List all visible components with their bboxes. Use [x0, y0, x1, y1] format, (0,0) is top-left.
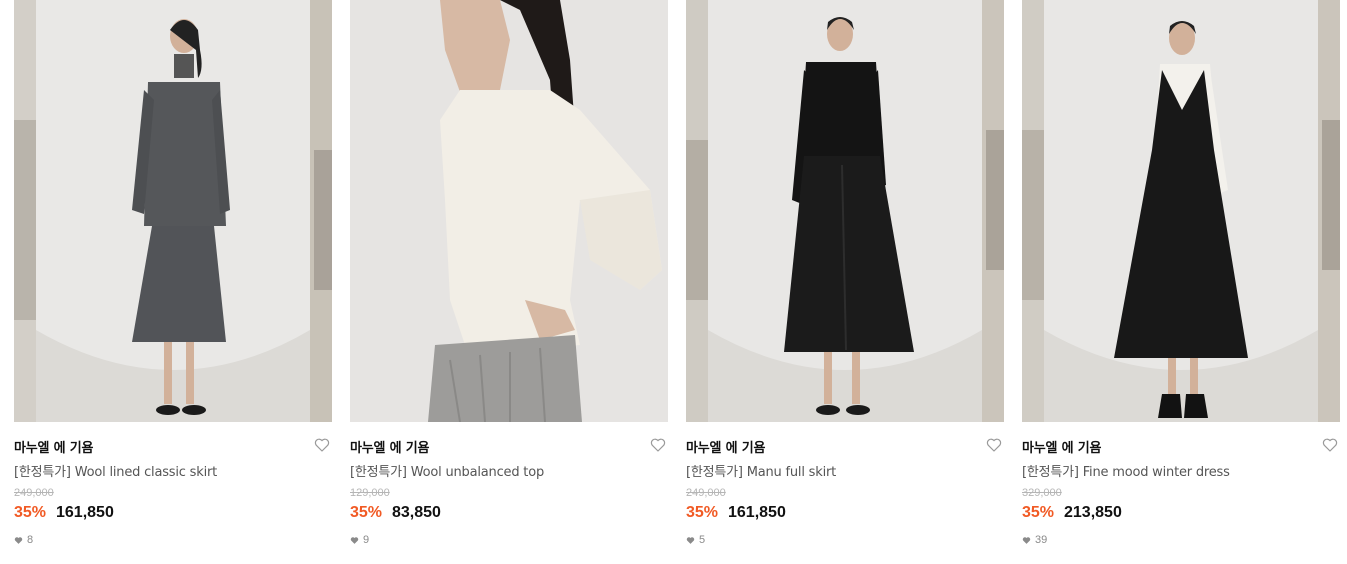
heart-filled-icon	[1022, 536, 1031, 544]
original-price: 249,000	[14, 487, 54, 499]
sale-price: 213,850	[1064, 504, 1122, 521]
original-price: 329,000	[1022, 487, 1062, 499]
brand-name[interactable]: 마누엘 에 기욤	[686, 437, 765, 456]
product-card[interactable]: 마누엘 에 기욤 [한정특가] Fine mood winter dress 3…	[1022, 0, 1340, 564]
product-card[interactable]: 마누엘 에 기욤 [한정특가] Wool lined classic skirt…	[14, 0, 332, 564]
brand-name[interactable]: 마누엘 에 기욤	[1022, 437, 1101, 456]
like-count-value: 8	[27, 534, 34, 546]
like-count-value: 5	[699, 534, 706, 546]
product-card[interactable]: 마누엘 에 기욤 [한정특가] Wool unbalanced top 129,…	[350, 0, 668, 564]
product-grid: 마누엘 에 기욤 [한정특가] Wool lined classic skirt…	[14, 0, 1340, 564]
product-card[interactable]: 마누엘 에 기욤 [한정특가] Manu full skirt 249,000 …	[686, 0, 1004, 564]
like-count-value: 9	[363, 534, 370, 546]
brand-name[interactable]: 마누엘 에 기욤	[14, 437, 93, 456]
product-name[interactable]: [한정특가] Wool lined classic skirt	[14, 461, 217, 480]
discount-rate: 35%	[1022, 504, 1055, 521]
product-image[interactable]	[14, 0, 332, 422]
product-image[interactable]	[686, 0, 1004, 422]
product-image[interactable]	[350, 0, 668, 422]
brand-name[interactable]: 마누엘 에 기욤	[350, 437, 429, 456]
discount-rate: 35%	[686, 504, 719, 521]
product-name[interactable]: [한정특가] Wool unbalanced top	[350, 461, 544, 480]
like-count: 39	[1022, 534, 1047, 546]
sale-price: 161,850	[56, 504, 114, 521]
heart-outline-icon[interactable]	[650, 437, 666, 453]
discount-rate: 35%	[350, 504, 383, 521]
product-name[interactable]: [한정특가] Manu full skirt	[686, 461, 836, 480]
heart-filled-icon	[686, 536, 695, 544]
discount-rate: 35%	[14, 504, 47, 521]
heart-outline-icon[interactable]	[314, 437, 330, 453]
sale-price: 83,850	[392, 504, 441, 521]
heart-outline-icon[interactable]	[986, 437, 1002, 453]
like-count: 5	[686, 534, 705, 546]
like-count: 8	[14, 534, 33, 546]
product-image[interactable]	[1022, 0, 1340, 422]
heart-filled-icon	[14, 536, 23, 544]
heart-outline-icon[interactable]	[1322, 437, 1338, 453]
like-count: 9	[350, 534, 369, 546]
like-count-value: 39	[1035, 534, 1048, 546]
product-name[interactable]: [한정특가] Fine mood winter dress	[1022, 461, 1230, 480]
original-price: 249,000	[686, 487, 726, 499]
original-price: 129,000	[350, 487, 390, 499]
sale-price: 161,850	[728, 504, 786, 521]
heart-filled-icon	[350, 536, 359, 544]
